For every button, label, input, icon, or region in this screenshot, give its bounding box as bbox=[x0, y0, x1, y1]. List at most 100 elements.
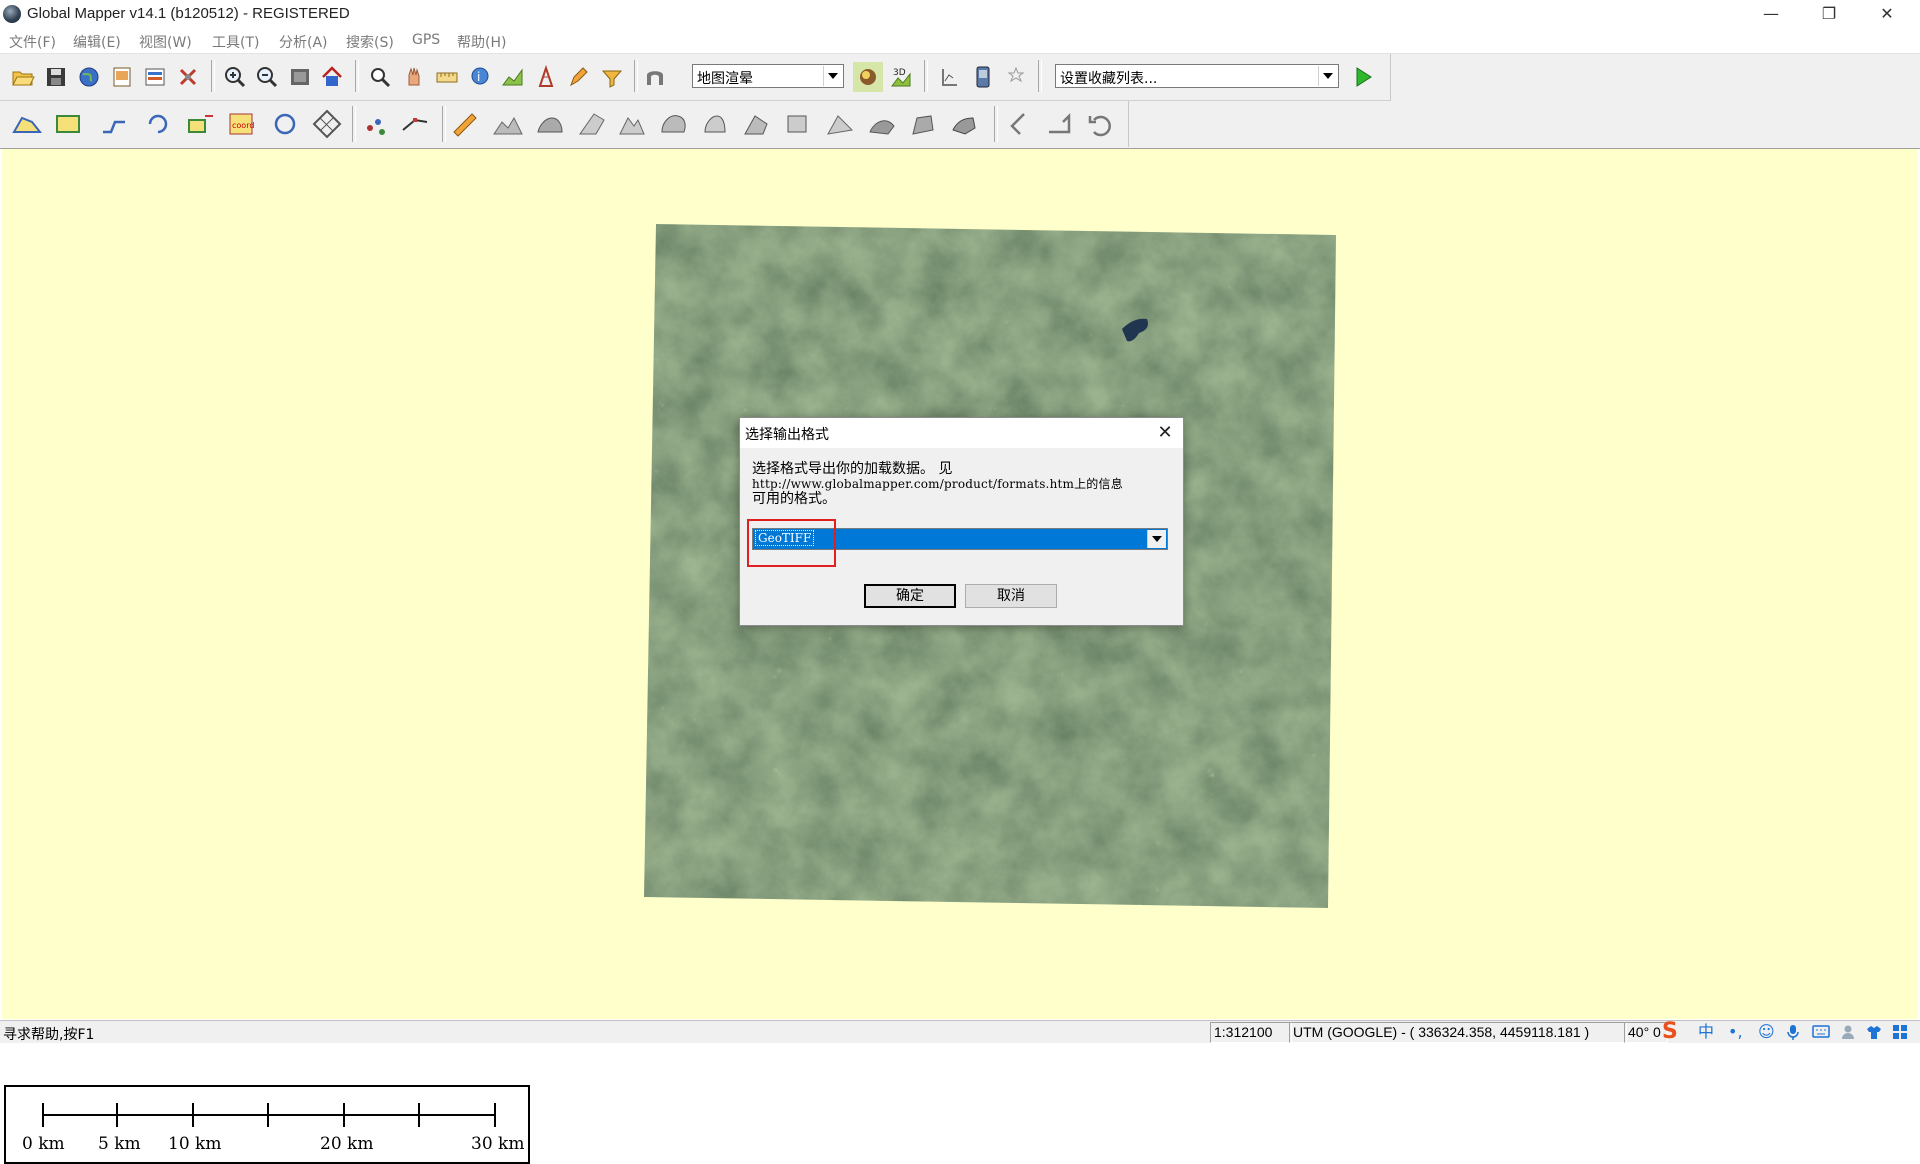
gps-stars-icon[interactable] bbox=[1001, 62, 1031, 92]
cancel-button[interactable]: 取消 bbox=[965, 584, 1057, 608]
window-title: Global Mapper v14.1 (b120512) - REGISTER… bbox=[27, 5, 350, 22]
microphone-icon[interactable] bbox=[1786, 1024, 1800, 1046]
ime-language-icon[interactable]: 中 bbox=[1698, 1021, 1714, 1043]
menu-edit[interactable]: 编辑(E) bbox=[73, 32, 121, 52]
globe-tool-icon[interactable] bbox=[74, 62, 104, 92]
message-line: 可用的格式。 bbox=[752, 491, 836, 507]
create-area-icon[interactable] bbox=[9, 106, 45, 142]
toolbar-separator bbox=[924, 60, 928, 92]
point-tool-icon[interactable] bbox=[358, 106, 394, 142]
terrain-tool-4-icon[interactable] bbox=[614, 106, 650, 142]
restore-button[interactable]: ❐ bbox=[1800, 0, 1858, 29]
terrain-tool-10-icon[interactable] bbox=[864, 106, 900, 142]
feature-info-icon[interactable]: i bbox=[465, 62, 495, 92]
home-icon[interactable] bbox=[317, 62, 347, 92]
terrain-tool-11-icon[interactable] bbox=[905, 106, 941, 142]
svg-text:3D: 3D bbox=[893, 68, 906, 78]
menu-search[interactable]: 搜索(S) bbox=[346, 32, 394, 52]
create-rect-icon[interactable] bbox=[51, 106, 87, 142]
coordinate-icon[interactable]: coord bbox=[224, 106, 260, 142]
apps-grid-icon[interactable] bbox=[1892, 1024, 1908, 1046]
emoji-icon[interactable]: ☺ bbox=[1758, 1021, 1775, 1043]
pan-hand-icon[interactable] bbox=[399, 62, 429, 92]
ime-logo-icon[interactable]: S bbox=[1662, 1021, 1678, 1043]
layer-control-icon[interactable] bbox=[140, 62, 170, 92]
user-icon[interactable] bbox=[1840, 1024, 1856, 1046]
keyboard-icon[interactable] bbox=[1812, 1025, 1830, 1047]
chevron-down-icon[interactable] bbox=[1147, 530, 1166, 548]
close-button[interactable]: ✕ bbox=[1858, 0, 1916, 29]
ok-button[interactable]: 确定 bbox=[864, 584, 956, 608]
scale-bar: 0 km 5 km 10 km 20 km 30 km bbox=[4, 1085, 530, 1164]
terrain-tool-1-icon[interactable] bbox=[490, 106, 526, 142]
scale-label: 5 km bbox=[98, 1134, 141, 1154]
scale-label: 30 km bbox=[471, 1134, 525, 1154]
scale-label: 0 km bbox=[22, 1134, 65, 1154]
chevron-down-icon[interactable] bbox=[1318, 66, 1337, 86]
terrain-tool-9-icon[interactable] bbox=[822, 106, 858, 142]
terrain-tool-7-icon[interactable] bbox=[739, 106, 775, 142]
minimize-button[interactable]: — bbox=[1742, 0, 1800, 29]
scale-label: 10 km bbox=[168, 1134, 222, 1154]
render-combo-value: 地图渲晕 bbox=[697, 71, 753, 87]
terrain-tool-3-icon[interactable] bbox=[574, 106, 610, 142]
svg-text:coord: coord bbox=[232, 121, 254, 130]
config-tools-icon[interactable] bbox=[173, 62, 203, 92]
circle-tool-icon[interactable] bbox=[267, 106, 303, 142]
undo-icon[interactable] bbox=[1082, 106, 1118, 142]
render-combo[interactable]: 地图渲晕 bbox=[692, 64, 844, 88]
split-tool-icon[interactable] bbox=[1000, 106, 1036, 142]
grid-tool-icon[interactable] bbox=[309, 106, 345, 142]
move-feature-icon[interactable] bbox=[183, 106, 219, 142]
terrain-tool-12-icon[interactable] bbox=[947, 106, 983, 142]
toolbar-separator bbox=[352, 106, 356, 142]
full-view-icon[interactable] bbox=[285, 62, 315, 92]
run-play-icon[interactable] bbox=[1348, 62, 1378, 92]
menu-help[interactable]: 帮助(H) bbox=[457, 32, 506, 52]
status-bar: 寻求帮助,按F1 1:312100 UTM (GOOGLE) - ( 33632… bbox=[0, 1020, 1920, 1043]
menu-bar: 文件(F) 编辑(E) 视图(W) 工具(T) 分析(A) 搜索(S) GPS … bbox=[0, 29, 1920, 54]
view-shed-icon[interactable] bbox=[640, 62, 670, 92]
rotate-feature-icon[interactable] bbox=[140, 106, 176, 142]
open-folder-icon[interactable] bbox=[8, 62, 38, 92]
path-profile-icon[interactable] bbox=[498, 62, 528, 92]
menu-tools[interactable]: 工具(T) bbox=[212, 32, 259, 52]
terrain-tool-2-icon[interactable] bbox=[532, 106, 568, 142]
menu-gps[interactable]: GPS bbox=[412, 32, 440, 48]
zoom-out-icon[interactable] bbox=[252, 62, 282, 92]
tower-icon[interactable] bbox=[531, 62, 561, 92]
chevron-down-icon[interactable] bbox=[823, 66, 842, 86]
zoom-in-icon[interactable] bbox=[220, 62, 250, 92]
vertex-tool-icon[interactable] bbox=[397, 106, 433, 142]
gps-device-icon[interactable] bbox=[968, 62, 998, 92]
toolbar-separator bbox=[442, 106, 446, 142]
menu-analysis[interactable]: 分析(A) bbox=[279, 32, 328, 52]
digitizer-icon[interactable] bbox=[564, 62, 594, 92]
edit-line-icon[interactable] bbox=[448, 106, 484, 142]
terrain-tool-5-icon[interactable] bbox=[656, 106, 692, 142]
favorites-combo[interactable]: 设置收藏列表... bbox=[1055, 64, 1339, 88]
terrain-tool-8-icon[interactable] bbox=[780, 106, 816, 142]
status-coordinates: UTM (GOOGLE) - ( 336324.358, 4459118.181… bbox=[1289, 1022, 1627, 1043]
close-icon[interactable]: ✕ bbox=[1153, 420, 1177, 446]
join-tool-icon[interactable] bbox=[1041, 106, 1077, 142]
funnel-icon[interactable] bbox=[597, 62, 627, 92]
punctuation-icon[interactable]: •, bbox=[1728, 1021, 1743, 1043]
menu-view[interactable]: 视图(W) bbox=[139, 32, 192, 52]
export-format-dialog: 选择输出格式 ✕ 选择格式导出你的加载数据。 见 http://www.glob… bbox=[739, 417, 1184, 626]
gps-track-icon[interactable] bbox=[935, 62, 965, 92]
globe-icon bbox=[3, 5, 21, 23]
measure-icon[interactable] bbox=[432, 62, 462, 92]
toolbar-separator bbox=[994, 106, 998, 142]
shirt-icon[interactable] bbox=[1866, 1024, 1882, 1046]
toolbar-separator bbox=[355, 60, 359, 92]
zoom-tool-icon[interactable] bbox=[365, 62, 395, 92]
status-scale: 1:312100 bbox=[1210, 1022, 1292, 1043]
shader-icon[interactable] bbox=[853, 62, 883, 92]
save-icon[interactable] bbox=[41, 62, 71, 92]
create-line-icon[interactable] bbox=[98, 106, 134, 142]
terrain-tool-6-icon[interactable] bbox=[697, 106, 733, 142]
3d-view-icon[interactable]: 3D bbox=[886, 62, 916, 92]
menu-file[interactable]: 文件(F) bbox=[9, 32, 56, 52]
print-icon[interactable] bbox=[107, 62, 137, 92]
